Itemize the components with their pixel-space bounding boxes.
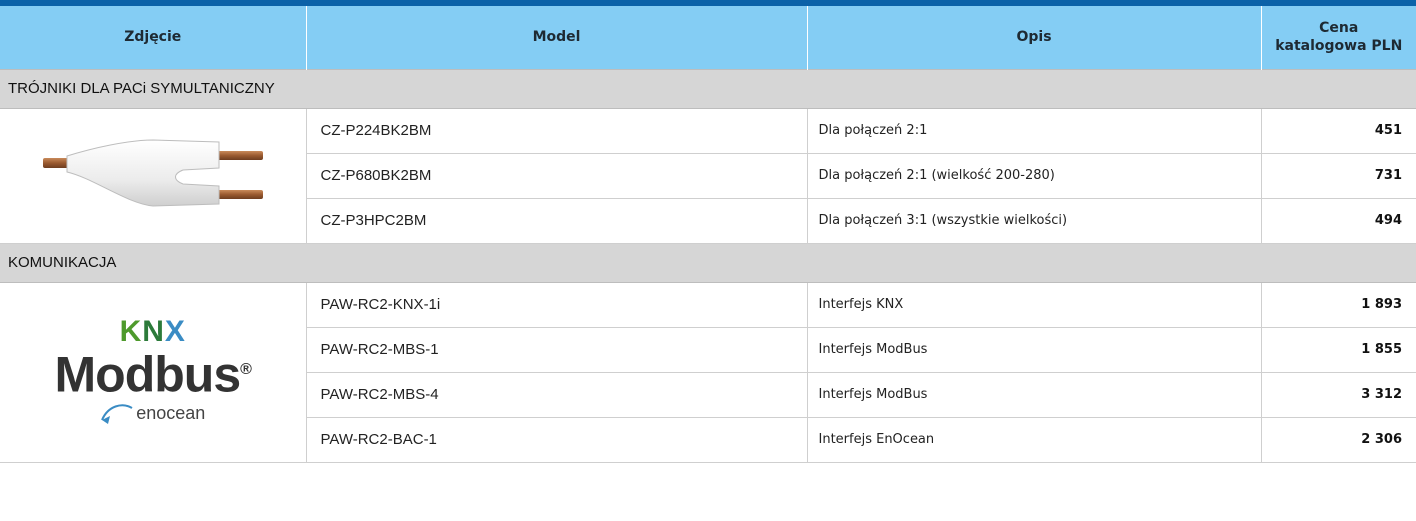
header-price-line1: Cena: [1319, 20, 1359, 37]
enocean-logo-text: enocean: [136, 402, 206, 423]
model-code: CZ-P680BK2BM: [306, 153, 808, 199]
section-row: KOMUNIKACJA: [0, 242, 1416, 283]
model-code: PAW-RC2-MBS-4: [306, 372, 808, 418]
description: Dla połączeń 2:1: [807, 108, 1262, 154]
description: Dla połączeń 3:1 (wszystkie wielkości): [807, 198, 1262, 244]
description: Interfejs ModBus: [807, 327, 1262, 373]
registered-mark: ®: [240, 360, 252, 378]
section-title: TRÓJNIKI DLA PACi SYMULTANICZNY: [0, 68, 1416, 109]
section-row: TRÓJNIKI DLA PACi SYMULTANICZNY: [0, 68, 1416, 109]
description: Interfejs ModBus: [807, 372, 1262, 418]
model-code: CZ-P224BK2BM: [306, 108, 808, 154]
description: Interfejs KNX: [807, 282, 1262, 328]
section-title: KOMUNIKACJA: [0, 242, 1416, 283]
price-value: 731: [1261, 153, 1416, 199]
knx-logo: KNX: [120, 315, 186, 348]
price-table: Zdjęcie Model Opis Cena katalogowa PLN T…: [0, 6, 1416, 463]
model-code: CZ-P3HPC2BM: [306, 198, 808, 244]
description: Interfejs EnOcean: [807, 417, 1262, 463]
knx-letter: X: [164, 314, 186, 348]
model-code: PAW-RC2-KNX-1i: [306, 282, 808, 328]
header-description: Opis: [806, 6, 1261, 69]
y-branch-pipe-image: [42, 139, 263, 207]
price-value: 494: [1261, 198, 1416, 244]
model-code: PAW-RC2-BAC-1: [306, 417, 808, 463]
header-price: Cena katalogowa PLN: [1260, 6, 1416, 69]
price-value: 451: [1261, 108, 1416, 154]
product-image-cell: [0, 108, 307, 244]
knx-letter: K: [119, 314, 143, 348]
modbus-logo: Modbus®: [54, 346, 252, 403]
table-row: KNX Modbus® enocean PAW-RC2-KNX-1i Inter…: [0, 282, 1416, 463]
price-value: 3 312: [1261, 372, 1416, 418]
knx-modbus-enocean-logos: KNX Modbus® enocean: [0, 315, 306, 427]
modbus-logo-text: Modbus: [54, 346, 242, 403]
table-row: CZ-P224BK2BM Dla połączeń 2:1 451: [0, 108, 1416, 244]
model-code: PAW-RC2-MBS-1: [306, 327, 808, 373]
product-image-cell: KNX Modbus® enocean: [0, 282, 307, 463]
price-value: 2 306: [1261, 417, 1416, 463]
description: Dla połączeń 2:1 (wielkość 200-280): [807, 153, 1262, 199]
header-model: Model: [305, 6, 807, 69]
header-image: Zdjęcie: [0, 6, 306, 69]
header-price-line2: katalogowa PLN: [1275, 38, 1403, 55]
table-header-row: Zdjęcie Model Opis Cena katalogowa PLN: [0, 6, 1416, 69]
knx-logo-text: KNX: [120, 315, 186, 348]
enocean-logo: enocean: [100, 400, 205, 426]
price-value: 1 855: [1261, 327, 1416, 373]
knx-letter: N: [142, 314, 165, 348]
enocean-swoosh-icon: [101, 404, 133, 425]
price-value: 1 893: [1261, 282, 1416, 328]
